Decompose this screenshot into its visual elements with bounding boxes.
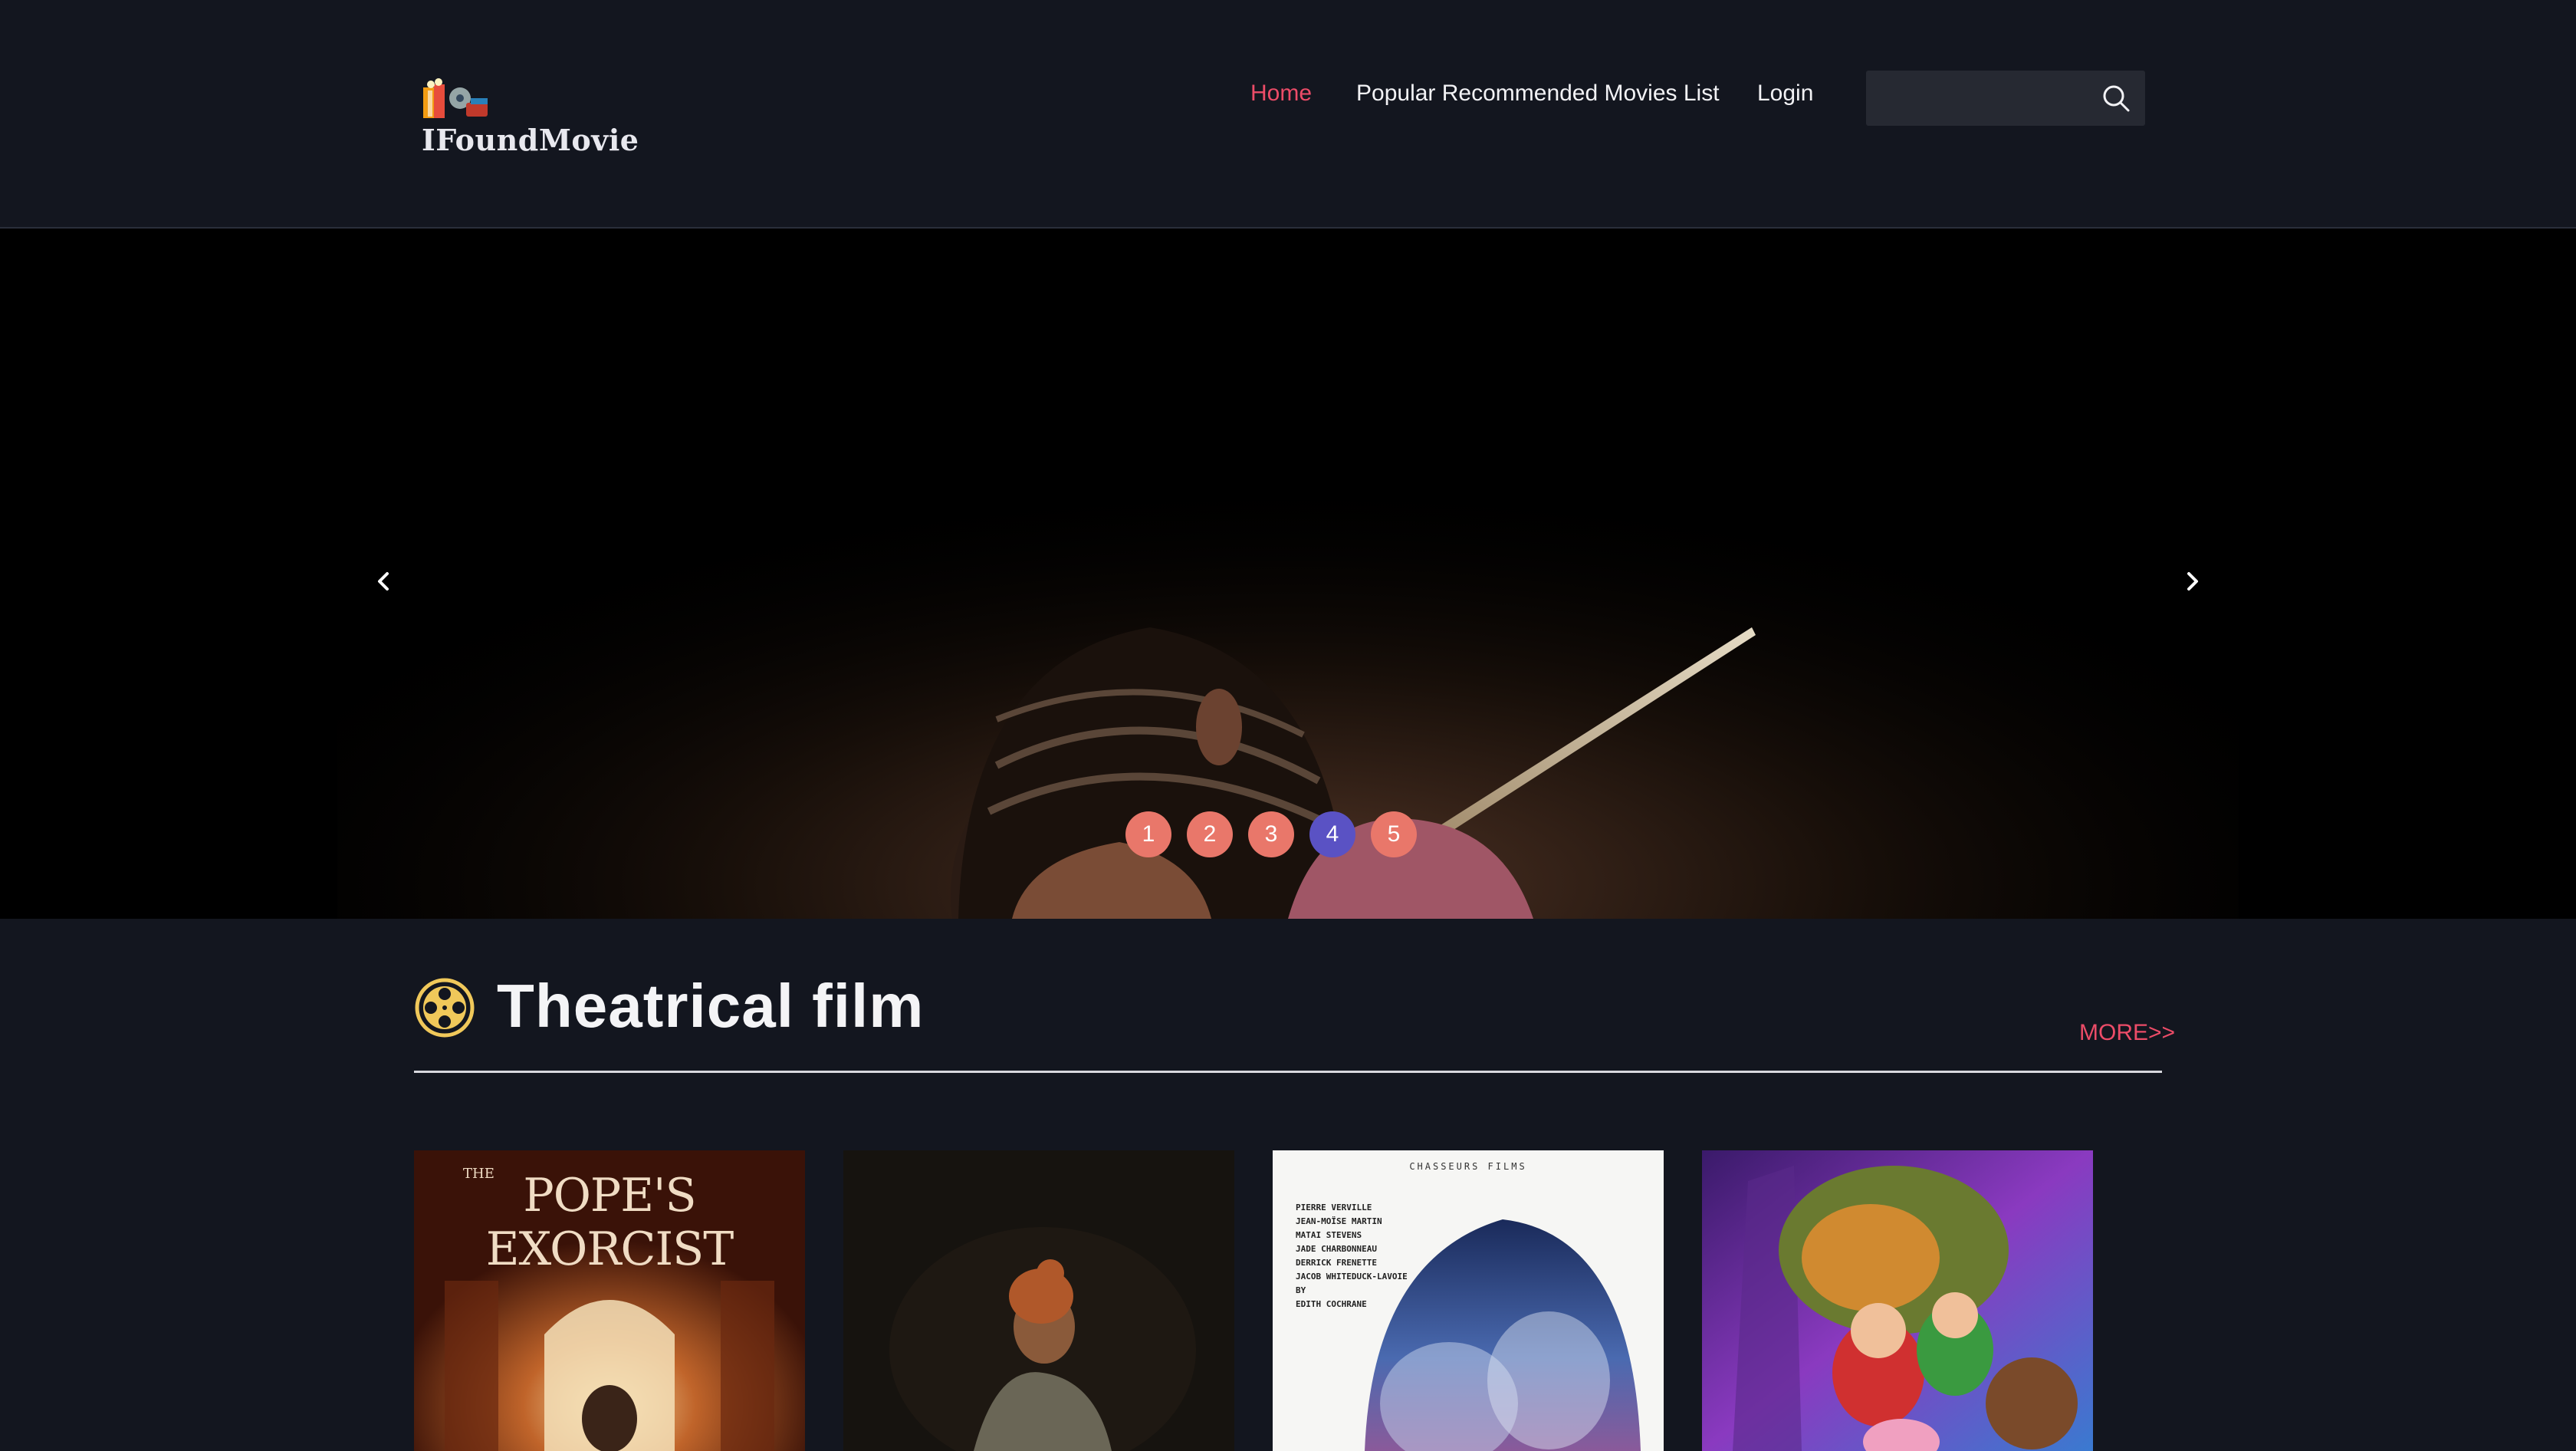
site-header: IFoundMovie Home Popular Recommended Mov… [0, 0, 2576, 229]
poster-2-art [843, 1150, 1234, 1451]
search-input[interactable] [1866, 71, 2088, 126]
carousel-dot-3[interactable]: 3 [1248, 811, 1294, 857]
carousel-dot-1[interactable]: 1 [1125, 811, 1171, 857]
credit-line: JADE CHARBONNEAU [1296, 1244, 1377, 1254]
credit-line: JEAN-MOÏSE MARTIN [1296, 1216, 1382, 1226]
carousel-next-arrow-icon[interactable] [2177, 566, 2208, 597]
more-link[interactable]: MORE>> [2079, 1020, 2175, 1046]
movie-poster-2[interactable] [843, 1150, 1234, 1451]
credit-line: PIERRE VERVILLE [1296, 1203, 1372, 1212]
movie-poster-1[interactable]: THE POPE'S EXORCIST [414, 1150, 805, 1451]
poster-3-credits: PIERRE VERVILLE JEAN-MOÏSE MARTIN MATAI … [1296, 1201, 1449, 1311]
credit-line: BY [1296, 1285, 1306, 1295]
carousel-dot-5[interactable]: 5 [1371, 811, 1417, 857]
nav-home[interactable]: Home [1250, 81, 1312, 107]
carousel-dot-4[interactable]: 4 [1309, 811, 1355, 857]
logo-text: IFoundMovie [422, 123, 639, 157]
carousel-dot-2[interactable]: 2 [1187, 811, 1233, 857]
film-reel-icon [415, 978, 475, 1038]
movie-poster-3[interactable]: CHASSEURS FILMS PIERRE VERVILLE JEAN-MOÏ… [1273, 1150, 1664, 1451]
main-nav: Home Popular Recommended Movies List Log… [0, 81, 2576, 116]
credit-line: JACOB WHITEDUCK-LAVOIE [1296, 1272, 1408, 1282]
nav-login[interactable]: Login [1757, 81, 1813, 107]
search-box [1866, 71, 2145, 126]
credit-line: DERRICK FRENETTE [1296, 1258, 1377, 1268]
section-title: Theatrical film [497, 972, 925, 1040]
movie-poster-4[interactable] [1702, 1150, 2093, 1451]
nav-popular-movies[interactable]: Popular Recommended Movies List [1356, 81, 1720, 107]
credit-line: MATAI STEVENS [1296, 1230, 1362, 1240]
poster-4-art [1702, 1150, 2093, 1451]
section-divider [414, 1071, 2162, 1073]
carousel-prev-arrow-icon[interactable] [368, 566, 399, 597]
poster-3-studio: CHASSEURS FILMS [1409, 1161, 1527, 1172]
search-icon[interactable] [2101, 83, 2131, 114]
credit-line: EDITH COCHRANE [1296, 1299, 1367, 1309]
hero-carousel: 1 2 3 4 5 [0, 229, 2576, 919]
poster-1-title: POPE'S EXORCIST [485, 1169, 734, 1276]
